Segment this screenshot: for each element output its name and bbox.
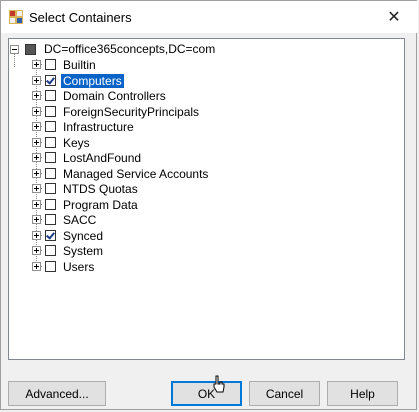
container-tree[interactable]: DC=office365concepts,DC=com Builtin Compu… [8,38,405,360]
tree-item-checkbox[interactable] [45,245,56,256]
tree-item-checkbox[interactable] [45,106,56,117]
tree-item-label[interactable]: Synced [61,229,105,243]
tree-item-expander[interactable] [32,215,41,224]
help-button[interactable]: Help [327,381,398,406]
tree-item-label[interactable]: Keys [61,136,92,150]
tree-item-checkbox[interactable] [45,152,56,163]
app-icon [9,10,23,24]
tree-item-label[interactable]: Builtin [61,58,98,72]
tree-item-expander[interactable] [32,122,41,131]
tree-item-expander[interactable] [32,169,41,178]
tree-item-label[interactable]: LostAndFound [61,151,143,165]
tree-item-expander[interactable] [32,184,41,193]
tree-item-checkbox[interactable] [45,261,56,272]
select-containers-dialog: Select Containers ✕ DC=office365concepts… [0,0,418,410]
ok-button[interactable]: OK [171,381,242,406]
tree-item-label[interactable]: System [61,244,105,258]
tree-item-label[interactable]: Program Data [61,198,140,212]
tree-item-expander[interactable] [32,231,41,240]
root-expander[interactable] [10,45,19,54]
advanced-button[interactable]: Advanced... [8,381,106,406]
tree-item-label[interactable]: Users [61,260,96,274]
tree-item-expander[interactable] [32,246,41,255]
tree-item-checkbox[interactable] [45,59,56,70]
tree-item-label[interactable]: SACC [61,213,98,227]
title-bar: Select Containers ✕ [1,1,418,33]
tree-item-checkbox[interactable] [45,90,56,101]
tree-item-expander[interactable] [32,76,41,85]
tree-item-label[interactable]: ForeignSecurityPrincipals [61,105,201,119]
cancel-button[interactable]: Cancel [249,381,320,406]
tree-line [14,53,15,67]
close-icon[interactable]: ✕ [376,3,412,31]
tree-item-expander[interactable] [32,138,41,147]
tree-item-checkbox[interactable] [45,230,56,241]
window-title: Select Containers [29,10,132,25]
root-label[interactable]: DC=office365concepts,DC=com [42,42,217,56]
tree-item-label[interactable]: Domain Controllers [61,89,168,103]
tree-item-expander[interactable] [32,200,41,209]
root-checkbox[interactable] [25,44,36,55]
tree-item-expander[interactable] [32,60,41,69]
tree-item-checkbox[interactable] [45,214,56,225]
tree-item-expander[interactable] [32,153,41,162]
tree-item-expander[interactable] [32,262,41,271]
tree-item-label[interactable]: NTDS Quotas [61,182,140,196]
tree-item-checkbox[interactable] [45,121,56,132]
tree-item-checkbox[interactable] [45,168,56,179]
tree-item-checkbox[interactable] [45,199,56,210]
tree-item-expander[interactable] [32,91,41,100]
tree-item-label[interactable]: Managed Service Accounts [61,167,210,181]
tree-item-label[interactable]: Computers [60,73,125,89]
tree-item-checkbox[interactable] [45,75,56,86]
mouse-cursor-icon [213,375,225,393]
tree-item-label[interactable]: Infrastructure [61,120,136,134]
tree-item-checkbox[interactable] [45,183,56,194]
tree-item-expander[interactable] [32,107,41,116]
tree-item-checkbox[interactable] [45,137,56,148]
